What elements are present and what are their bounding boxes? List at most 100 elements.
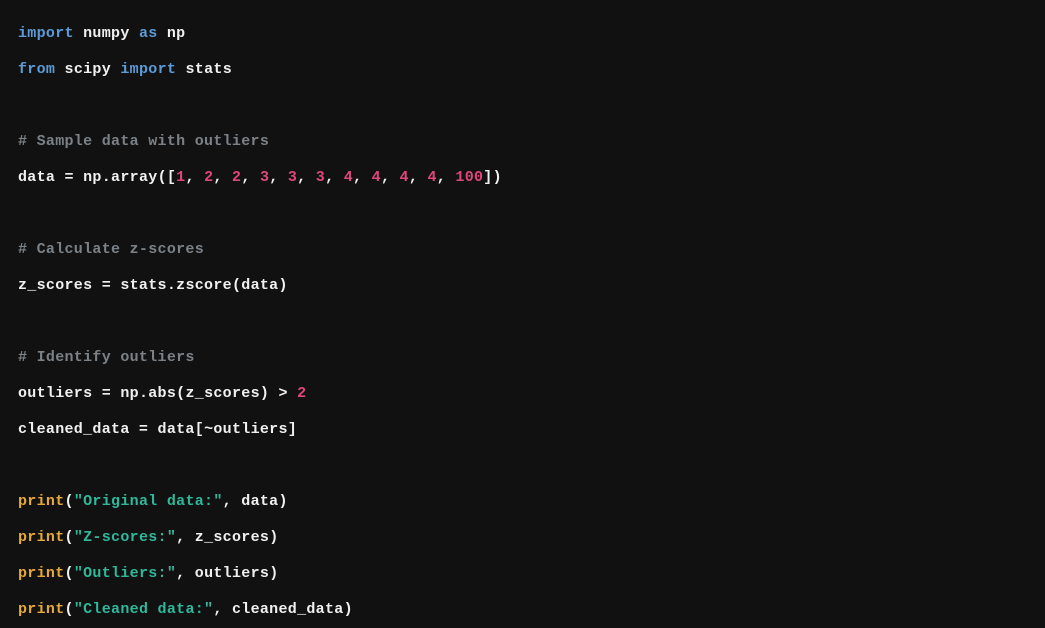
comment: # Sample data with outliers	[18, 133, 269, 150]
close-paren: )	[269, 529, 278, 546]
fn-print: print	[18, 565, 65, 582]
open-bracket: ([	[158, 169, 177, 186]
num: 2	[232, 169, 241, 186]
equals: =	[92, 385, 120, 402]
code-line-8: outliers = np.abs(z_scores) > 2	[18, 376, 1027, 412]
dot: .	[102, 169, 111, 186]
num-2: 2	[297, 385, 306, 402]
fn-array: array	[111, 169, 158, 186]
arg-zscores: z_scores	[185, 385, 259, 402]
num: 4	[372, 169, 381, 186]
keyword-from: from	[18, 61, 55, 78]
code-line-12: print("Outliers:", outliers)	[18, 556, 1027, 592]
code-line-11: print("Z-scores:", z_scores)	[18, 520, 1027, 556]
close-paren: )	[269, 565, 278, 582]
keyword-import: import	[120, 61, 176, 78]
string-literal: "Outliers:"	[74, 565, 176, 582]
code-line-4: data = np.array([1, 2, 2, 3, 3, 3, 4, 4,…	[18, 160, 1027, 196]
var-outliers: outliers	[18, 385, 92, 402]
module-scipy: scipy	[65, 61, 112, 78]
comma: ,	[241, 169, 260, 186]
open-paren: (	[65, 601, 74, 618]
arg-data: data	[241, 493, 278, 510]
arg-outliers: outliers	[213, 421, 287, 438]
module-numpy: numpy	[83, 25, 130, 42]
arg-data: data	[241, 277, 278, 294]
open-bracket: [	[195, 421, 204, 438]
blank-line	[18, 88, 1027, 124]
comma: ,	[213, 169, 232, 186]
comma: ,	[213, 601, 232, 618]
gt-op: >	[269, 385, 297, 402]
code-editor[interactable]: import numpy as np from scipy import sta…	[18, 16, 1027, 628]
data-ref: data	[158, 421, 195, 438]
close-paren: )	[278, 493, 287, 510]
arg-cleaned: cleaned_data	[232, 601, 344, 618]
close-bracket: ]	[288, 421, 297, 438]
alias-np: np	[167, 25, 186, 42]
equals: =	[55, 169, 83, 186]
blank-line	[18, 304, 1027, 340]
comment: # Identify outliers	[18, 349, 195, 366]
keyword-import: import	[18, 25, 74, 42]
np-ref: np	[83, 169, 102, 186]
code-line-10: print("Original data:", data)	[18, 484, 1027, 520]
comma: ,	[269, 169, 288, 186]
var-zscores: z_scores	[18, 277, 92, 294]
comment: # Calculate z-scores	[18, 241, 204, 258]
var-cleaned: cleaned_data	[18, 421, 130, 438]
tilde-op: ~	[204, 421, 213, 438]
code-line-3: # Sample data with outliers	[18, 124, 1027, 160]
comma: ,	[381, 169, 400, 186]
keyword-as: as	[139, 25, 158, 42]
comma: ,	[176, 529, 195, 546]
comma: ,	[176, 565, 195, 582]
dot: .	[139, 385, 148, 402]
num: 4	[427, 169, 436, 186]
stats-ref: stats	[120, 277, 167, 294]
code-line-13: print("Cleaned data:", cleaned_data)	[18, 592, 1027, 628]
open-paren: (	[65, 529, 74, 546]
code-line-2: from scipy import stats	[18, 52, 1027, 88]
num: 4	[344, 169, 353, 186]
open-paren: (	[65, 565, 74, 582]
comma: ,	[185, 169, 204, 186]
comma: ,	[223, 493, 242, 510]
fn-print: print	[18, 601, 65, 618]
num: 3	[316, 169, 325, 186]
fn-abs: abs	[148, 385, 176, 402]
code-line-7: # Identify outliers	[18, 340, 1027, 376]
close-bracket: ])	[483, 169, 502, 186]
module-stats: stats	[185, 61, 232, 78]
equals: =	[92, 277, 120, 294]
equals: =	[130, 421, 158, 438]
comma: ,	[297, 169, 316, 186]
num: 100	[455, 169, 483, 186]
dot: .	[167, 277, 176, 294]
string-literal: "Z-scores:"	[74, 529, 176, 546]
num: 4	[400, 169, 409, 186]
open-paren: (	[232, 277, 241, 294]
code-line-1: import numpy as np	[18, 16, 1027, 52]
close-paren: )	[260, 385, 269, 402]
comma: ,	[437, 169, 456, 186]
blank-line	[18, 196, 1027, 232]
open-paren: (	[65, 493, 74, 510]
np-ref: np	[120, 385, 139, 402]
num: 3	[288, 169, 297, 186]
num: 3	[260, 169, 269, 186]
comma: ,	[409, 169, 428, 186]
fn-print: print	[18, 529, 65, 546]
var-data: data	[18, 169, 55, 186]
fn-zscore: zscore	[176, 277, 232, 294]
code-line-6: z_scores = stats.zscore(data)	[18, 268, 1027, 304]
fn-print: print	[18, 493, 65, 510]
string-literal: "Cleaned data:"	[74, 601, 214, 618]
close-paren: )	[344, 601, 353, 618]
arg-zscores: z_scores	[195, 529, 269, 546]
comma: ,	[325, 169, 344, 186]
code-line-9: cleaned_data = data[~outliers]	[18, 412, 1027, 448]
comma: ,	[353, 169, 372, 186]
string-literal: "Original data:"	[74, 493, 223, 510]
close-paren: )	[279, 277, 288, 294]
